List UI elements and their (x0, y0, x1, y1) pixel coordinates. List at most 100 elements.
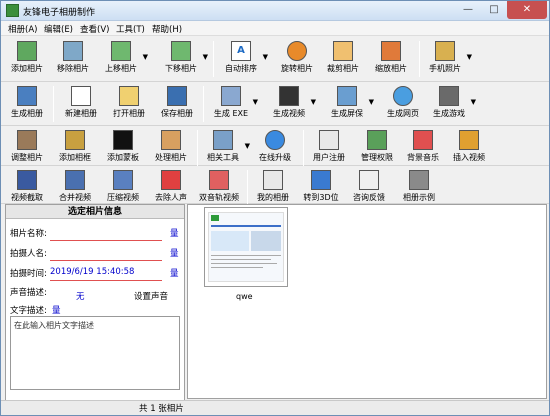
mask-icon (113, 130, 133, 150)
menu-edit[interactable]: 编辑(E) (41, 22, 76, 36)
move-down-button[interactable]: 下移相片 ▼ (163, 39, 208, 81)
add-frame-button[interactable]: 添加相框 (57, 128, 93, 170)
album-sample-icon (409, 170, 429, 190)
video-clip-icon (17, 170, 37, 190)
edit-name-button[interactable]: 量 (170, 227, 179, 242)
add-mask-button[interactable]: 添加蒙板 (105, 128, 141, 170)
adjust-photo-icon (17, 130, 37, 150)
remove-vocal-icon (161, 170, 181, 190)
related-tools-button[interactable]: 相关工具 ▼ (205, 128, 250, 170)
menu-album[interactable]: 相册(A) (5, 22, 40, 36)
toolbar-separator (247, 170, 248, 206)
toolbar-separator (213, 41, 214, 77)
menu-view[interactable]: 查看(V) (77, 22, 112, 36)
toolbar-separator (197, 130, 198, 166)
sound-desc-label: 声音描述: (10, 288, 47, 298)
exe-icon (221, 86, 241, 106)
remove-photo-button[interactable]: 移除相片 (55, 39, 91, 81)
gamepad-icon (439, 86, 459, 106)
insert-video-icon (459, 130, 479, 150)
build-album-button[interactable]: 生成相册 (9, 84, 45, 126)
toolbar-row-3: 调整相片 添加相框 添加蒙板 处理相片 相关工具 ▼ 在线升级 用户注册 管理权限… (1, 126, 549, 166)
bg-music-button[interactable]: 背景音乐 (405, 128, 441, 170)
minimize-button[interactable]: — (455, 1, 481, 19)
tools-icon (213, 130, 233, 150)
register-icon (319, 130, 339, 150)
merge-video-icon (65, 170, 85, 190)
photographer-field[interactable] (50, 247, 162, 261)
photo-info-panel: 选定相片信息 相片名称: 量 拍摄人名: 量 拍摄时间: 2019/6/19 1… (5, 204, 185, 402)
adjust-photo-button[interactable]: 调整相片 (9, 128, 45, 170)
compress-video-icon (113, 170, 133, 190)
add-photo-button[interactable]: 添加相片 (9, 39, 45, 81)
convert-3d-icon (311, 170, 331, 190)
title-bar: 友锋电子相册制作 — □ ✕ (1, 1, 549, 21)
build-exe-button[interactable]: 生成 EXE ▼ (213, 84, 258, 126)
app-icon (6, 4, 19, 17)
move-up-icon (111, 41, 131, 61)
online-upgrade-button[interactable]: 在线升级 (257, 128, 293, 170)
crop-icon (333, 41, 353, 61)
open-folder-icon (119, 86, 139, 106)
photo-name-label: 相片名称: (10, 229, 47, 239)
insert-video-button[interactable]: 插入视频 (451, 128, 487, 170)
manage-permission-button[interactable]: 管理权限 (359, 128, 395, 170)
thumbnail-image (208, 212, 284, 282)
close-button[interactable]: ✕ (507, 1, 547, 19)
crop-photo-button[interactable]: 裁剪相片 (325, 39, 361, 81)
upgrade-globe-icon (265, 130, 285, 150)
my-album-icon (263, 170, 283, 190)
menu-help[interactable]: 帮助(H) (149, 22, 185, 36)
status-bar: 共 1 张相片 (1, 400, 549, 415)
build-webpage-button[interactable]: 生成网页 (385, 84, 421, 126)
rotate-icon (287, 41, 307, 61)
toolbar-separator (53, 86, 54, 122)
text-desc-input[interactable]: 在此输入相片文字描述 (10, 316, 180, 390)
edit-time-button[interactable]: 量 (170, 267, 179, 282)
photo-thumbnail[interactable] (204, 207, 288, 287)
set-sound-button[interactable]: 设置声音 (134, 290, 168, 305)
move-down-icon (171, 41, 191, 61)
edit-photographer-button[interactable]: 量 (170, 247, 179, 262)
panel-title: 选定相片信息 (6, 205, 184, 219)
process-photo-icon (161, 130, 181, 150)
save-album-button[interactable]: 保存相册 (159, 84, 195, 126)
rotate-photo-button[interactable]: 旋转相片 (279, 39, 315, 81)
toolbar-separator (303, 130, 304, 166)
auto-sort-button[interactable]: A 自动排序 ▼ (223, 39, 268, 81)
build-game-button[interactable]: 生成游戏 ▼ (431, 84, 476, 126)
permission-icon (367, 130, 387, 150)
build-video-button[interactable]: 生成视频 ▼ (271, 84, 316, 126)
toolbar-row-4: 视频截取 合并视频 压缩视频 去除人声 双音轨视频 我的相册 转到3D位 咨询反… (1, 166, 549, 206)
menu-bar: 相册(A) 编辑(E) 查看(V) 工具(T) 帮助(H) (1, 21, 549, 36)
sort-az-icon: A (231, 41, 251, 61)
photo-count: 共 1 张相片 (139, 404, 184, 414)
build-screensaver-button[interactable]: 生成屏保 ▼ (329, 84, 374, 126)
toolbar-row-2: 生成相册 新建相册 打开相册 保存相册 生成 EXE ▼ 生成视频 ▼ 生成屏保 ▼ … (1, 82, 549, 126)
build-album-icon (17, 86, 37, 106)
save-icon (167, 86, 187, 106)
menu-tools[interactable]: 工具(T) (113, 22, 148, 36)
thumbnail-caption: qwe (236, 292, 253, 301)
open-album-button[interactable]: 打开相册 (111, 84, 147, 126)
phone-icon (435, 41, 455, 61)
toolbar-separator (203, 86, 204, 122)
photo-name-field[interactable] (50, 227, 162, 241)
phone-photo-button[interactable]: 手机照片 ▼ (427, 39, 472, 81)
process-photo-button[interactable]: 处理相片 (153, 128, 189, 170)
feedback-icon (359, 170, 379, 190)
resize-photo-button[interactable]: 缩放相片 (373, 39, 409, 81)
shot-time-field[interactable]: 2019/6/19 15:40:58 (50, 267, 162, 281)
music-icon (413, 130, 433, 150)
maximize-button[interactable]: □ (481, 1, 507, 19)
window-title: 友锋电子相册制作 (23, 8, 96, 18)
monitor-icon (337, 86, 357, 106)
move-up-button[interactable]: 上移相片 ▼ (103, 39, 148, 81)
shot-time-label: 拍摄时间: (10, 269, 47, 279)
photographer-label: 拍摄人名: (10, 249, 47, 259)
photo-list-area: qwe (187, 204, 547, 399)
toolbar-row-1: 添加相片 移除相片 上移相片 ▼ 下移相片 ▼ A 自动排序 ▼ 旋转相片 裁剪相片 缩… (1, 37, 549, 82)
new-album-button[interactable]: 新建相册 (63, 84, 99, 126)
new-file-icon (71, 86, 91, 106)
user-register-button[interactable]: 用户注册 (311, 128, 347, 170)
